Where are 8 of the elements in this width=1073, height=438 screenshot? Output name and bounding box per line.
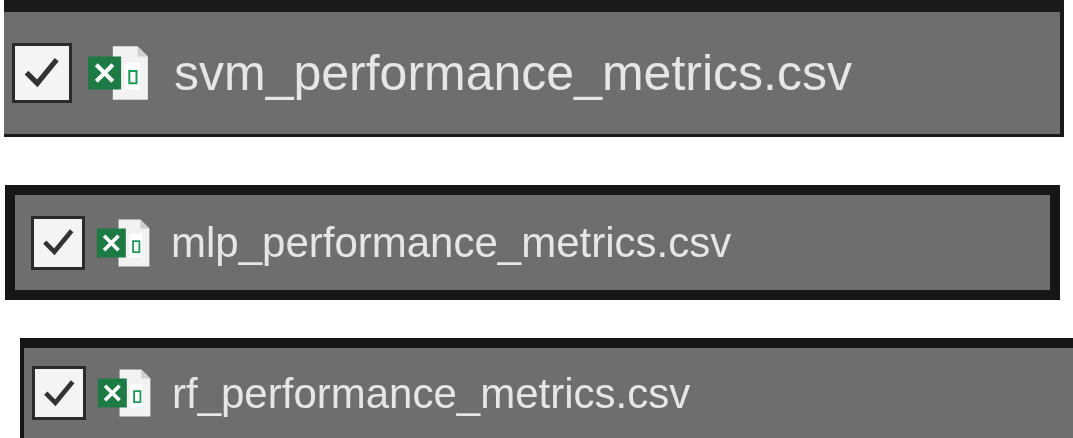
checkbox[interactable]	[32, 366, 86, 420]
file-row[interactable]: mlp_performance_metrics.csv	[5, 185, 1060, 300]
checkbox[interactable]	[31, 215, 85, 270]
file-name: mlp_performance_metrics.csv	[171, 218, 732, 268]
file-row[interactable]: rf_performance_metrics.csv	[20, 338, 1073, 438]
file-name: svm_performance_metrics.csv	[174, 43, 852, 103]
file-name: rf_performance_metrics.csv	[172, 368, 691, 419]
checkbox[interactable]	[12, 43, 72, 103]
